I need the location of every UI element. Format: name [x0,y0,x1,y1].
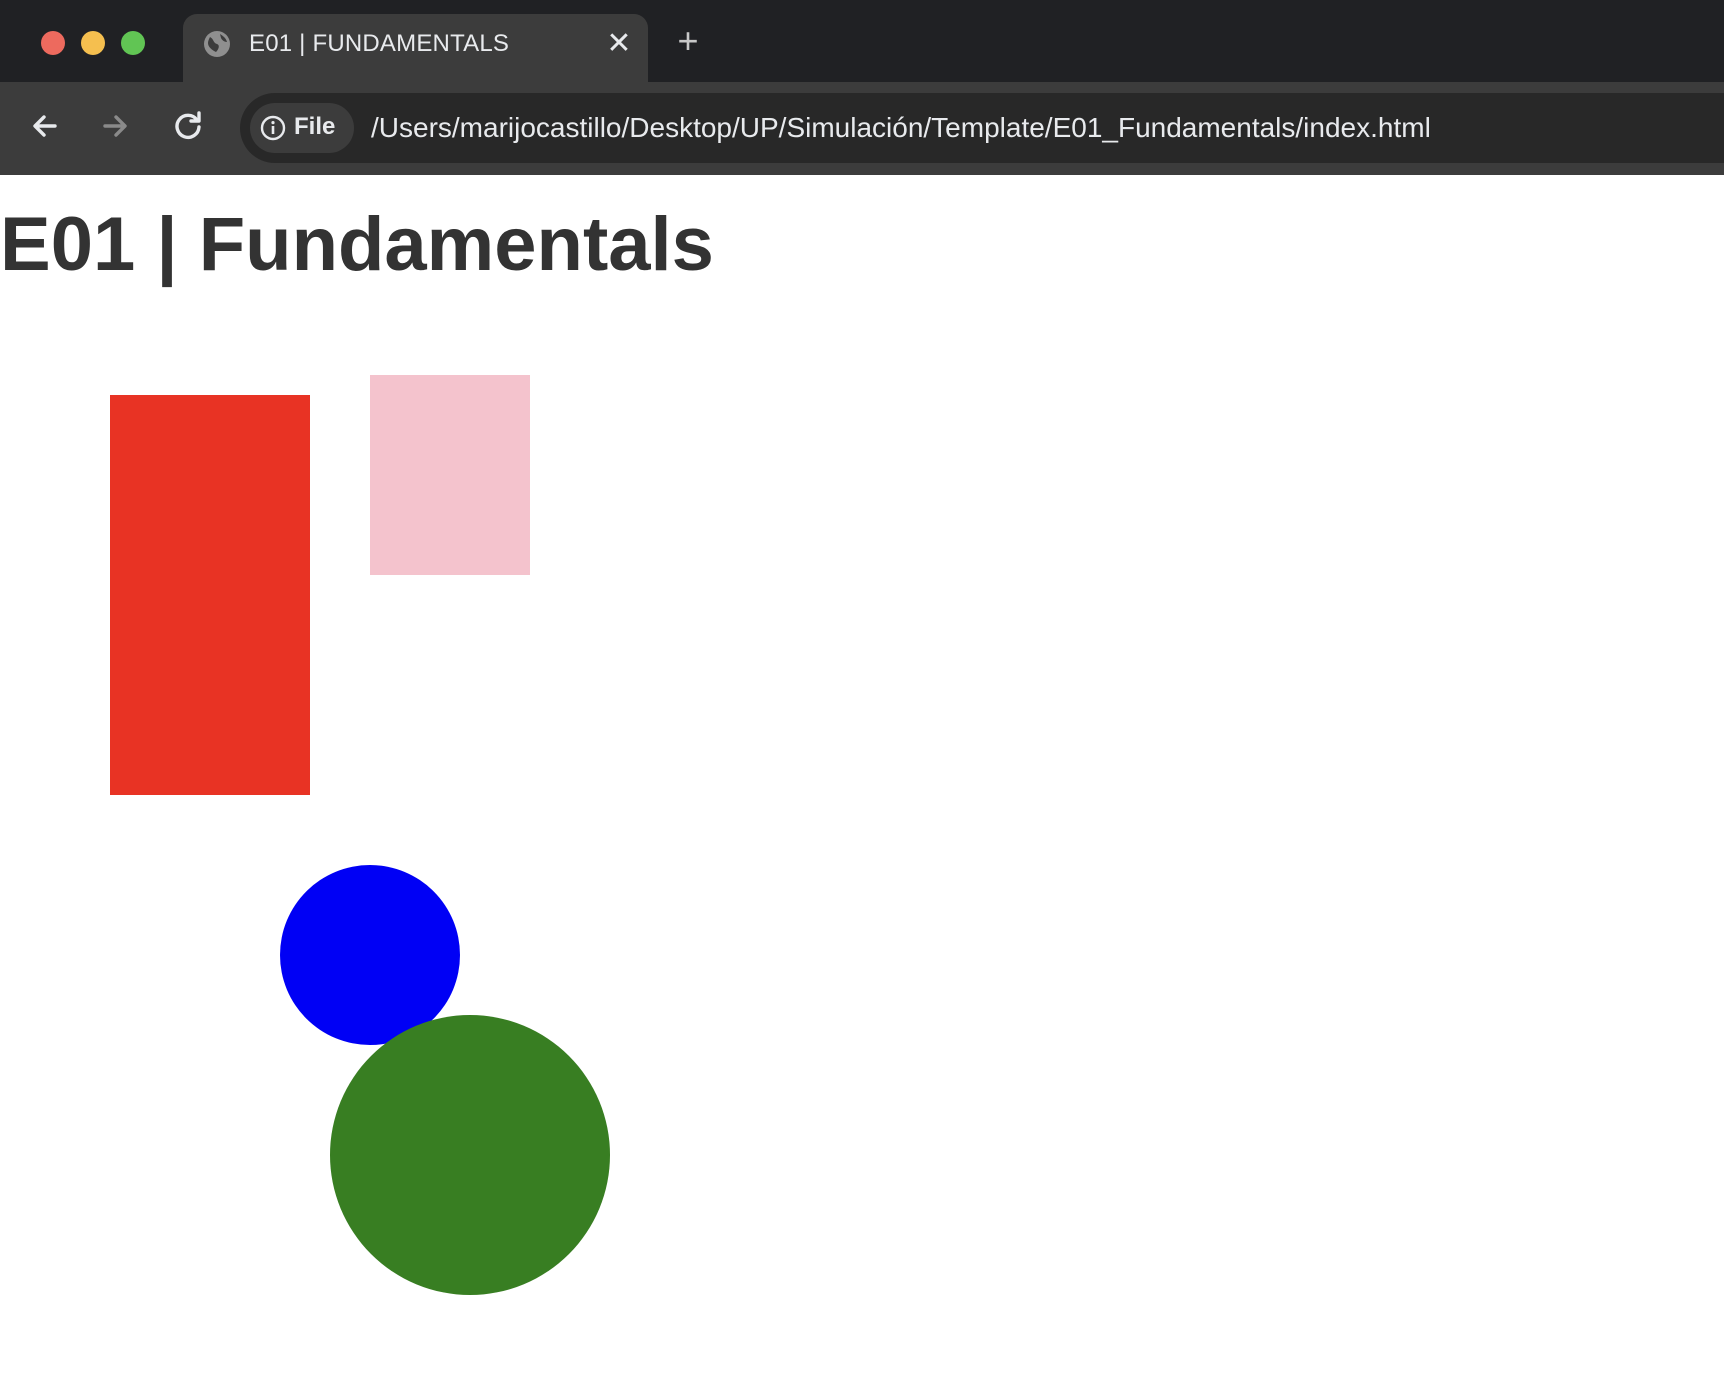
globe-icon [204,31,230,57]
window-minimize-button[interactable] [81,31,105,55]
reload-icon[interactable] [168,106,208,146]
pink-rectangle [370,375,530,575]
arrow-right-icon[interactable] [95,106,135,146]
plus-icon[interactable]: + [671,23,705,59]
site-info-chip[interactable]: File [250,103,354,153]
toolbar: File /Users/marijocastillo/Desktop/UP/Si… [0,82,1724,175]
red-rectangle [110,395,310,795]
browser-chrome: E01 | FUNDAMENTALS ✕ + File /Users/marij… [0,0,1724,175]
window-maximize-button[interactable] [121,31,145,55]
url-text[interactable]: /Users/marijocastillo/Desktop/UP/Simulac… [371,112,1431,144]
arrow-left-icon[interactable] [25,106,65,146]
window-close-button[interactable] [41,31,65,55]
address-bar[interactable]: File /Users/marijocastillo/Desktop/UP/Si… [240,93,1724,163]
tab-active[interactable]: E01 | FUNDAMENTALS ✕ [183,14,648,82]
green-circle [330,1015,610,1295]
scheme-label: File [294,113,336,140]
tab-title: E01 | FUNDAMENTALS [249,30,510,57]
tab-strip: E01 | FUNDAMENTALS ✕ + [0,0,1724,82]
blue-circle [280,865,460,1045]
close-icon[interactable]: ✕ [603,28,635,60]
info-icon [260,115,286,141]
page-title: E01 | Fundamentals [0,202,714,287]
